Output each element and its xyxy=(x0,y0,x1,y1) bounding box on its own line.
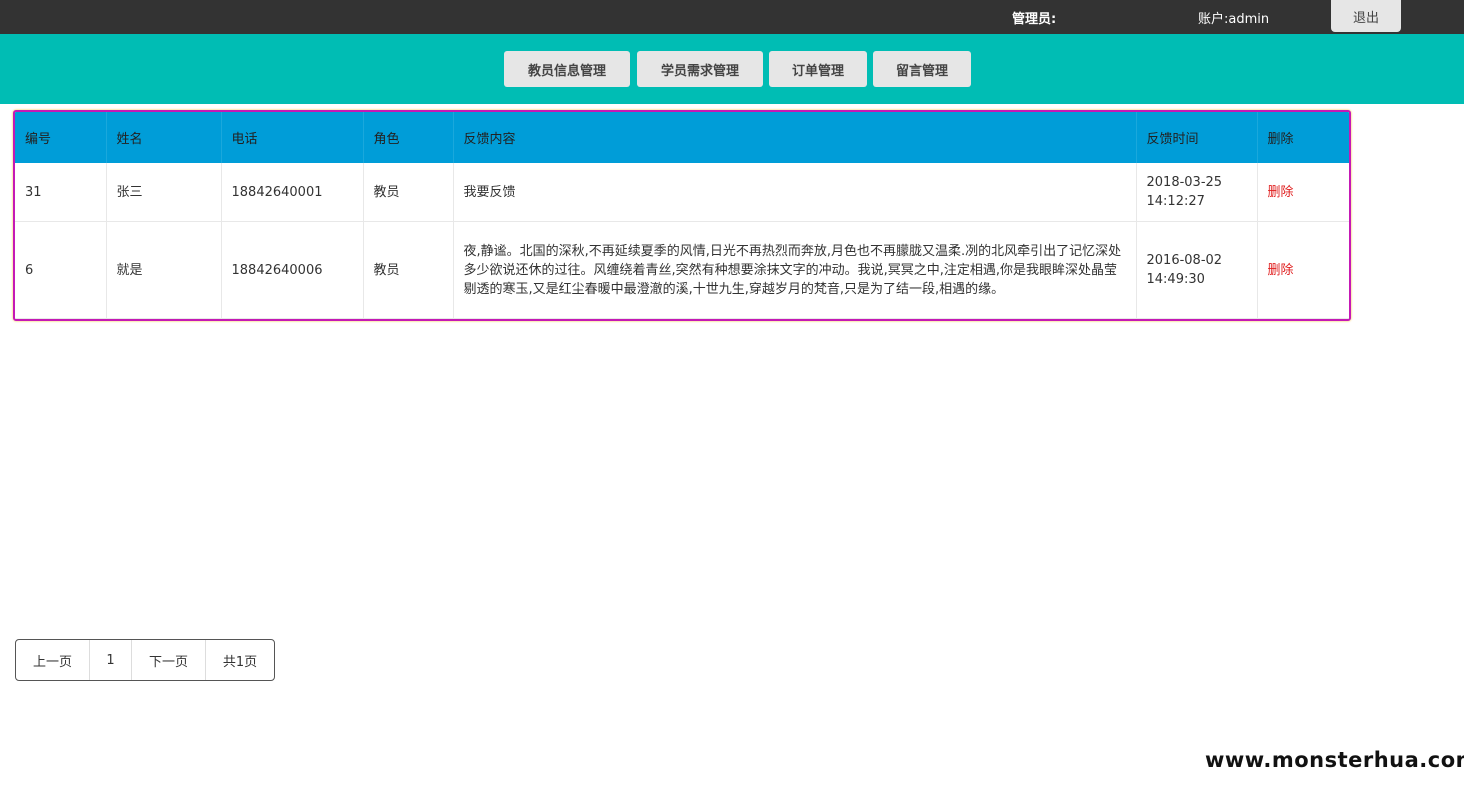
nav-student-demand-button[interactable]: 学员需求管理 xyxy=(637,51,763,87)
cell-role: 教员 xyxy=(363,221,454,319)
delete-link[interactable]: 删除 xyxy=(1257,221,1349,319)
account-label: 账户:admin xyxy=(1198,12,1270,27)
main-nav: 教员信息管理 学员需求管理 订单管理 留言管理 xyxy=(0,34,1464,104)
cell-id: 31 xyxy=(15,163,107,222)
table-header-row: 编号 姓名 电话 角色 反馈内容 反馈时间 删除 xyxy=(15,112,1349,163)
col-header-id: 编号 xyxy=(15,112,107,163)
table-row: 6 就是 18842640006 教员 夜,静谧。北国的深秋,不再延续夏季的风情… xyxy=(15,221,1349,319)
cell-name: 张三 xyxy=(106,163,222,222)
col-header-phone: 电话 xyxy=(221,112,364,163)
cell-name: 就是 xyxy=(106,221,222,319)
col-header-delete: 删除 xyxy=(1257,112,1349,163)
watermark: www.monsterhua.com xyxy=(1205,748,1464,772)
total-pages-label: 共1页 xyxy=(222,654,258,670)
pagination: 上一页 1 下一页 共1页 xyxy=(15,639,275,681)
nav-teacher-info-button[interactable]: 教员信息管理 xyxy=(504,51,630,87)
prev-page-button[interactable]: 上一页 xyxy=(16,640,90,680)
nav-message-button[interactable]: 留言管理 xyxy=(873,51,971,87)
feedback-table-container: 编号 姓名 电话 角色 反馈内容 反馈时间 删除 31 张三 188426400… xyxy=(13,110,1351,321)
col-header-role: 角色 xyxy=(363,112,454,163)
next-page-button[interactable]: 下一页 xyxy=(132,640,206,680)
logout-button[interactable]: 退出 xyxy=(1331,0,1401,32)
col-header-name: 姓名 xyxy=(106,112,222,163)
col-header-time: 反馈时间 xyxy=(1136,112,1258,163)
delete-link[interactable]: 删除 xyxy=(1257,163,1349,222)
cell-id: 6 xyxy=(15,221,107,319)
cell-time: 2016-08-02 14:49:30 xyxy=(1136,221,1258,319)
table-row: 31 张三 18842640001 教员 我要反馈 2018-03-25 14:… xyxy=(15,163,1349,222)
top-bar: 管理员: 账户:admin 退出 xyxy=(0,0,1464,34)
page-number-button[interactable]: 1 xyxy=(90,640,132,680)
col-header-content: 反馈内容 xyxy=(453,112,1137,163)
admin-label: 管理员: xyxy=(1012,12,1057,27)
nav-order-button[interactable]: 订单管理 xyxy=(769,51,867,87)
cell-content: 我要反馈 xyxy=(453,163,1137,222)
feedback-table: 编号 姓名 电话 角色 反馈内容 反馈时间 删除 31 张三 188426400… xyxy=(15,112,1349,319)
cell-phone: 18842640001 xyxy=(221,163,364,222)
cell-phone: 18842640006 xyxy=(221,221,364,319)
cell-time: 2018-03-25 14:12:27 xyxy=(1136,163,1258,222)
cell-content: 夜,静谧。北国的深秋,不再延续夏季的风情,日光不再热烈而奔放,月色也不再朦胧又温… xyxy=(453,221,1137,319)
cell-role: 教员 xyxy=(363,163,454,222)
